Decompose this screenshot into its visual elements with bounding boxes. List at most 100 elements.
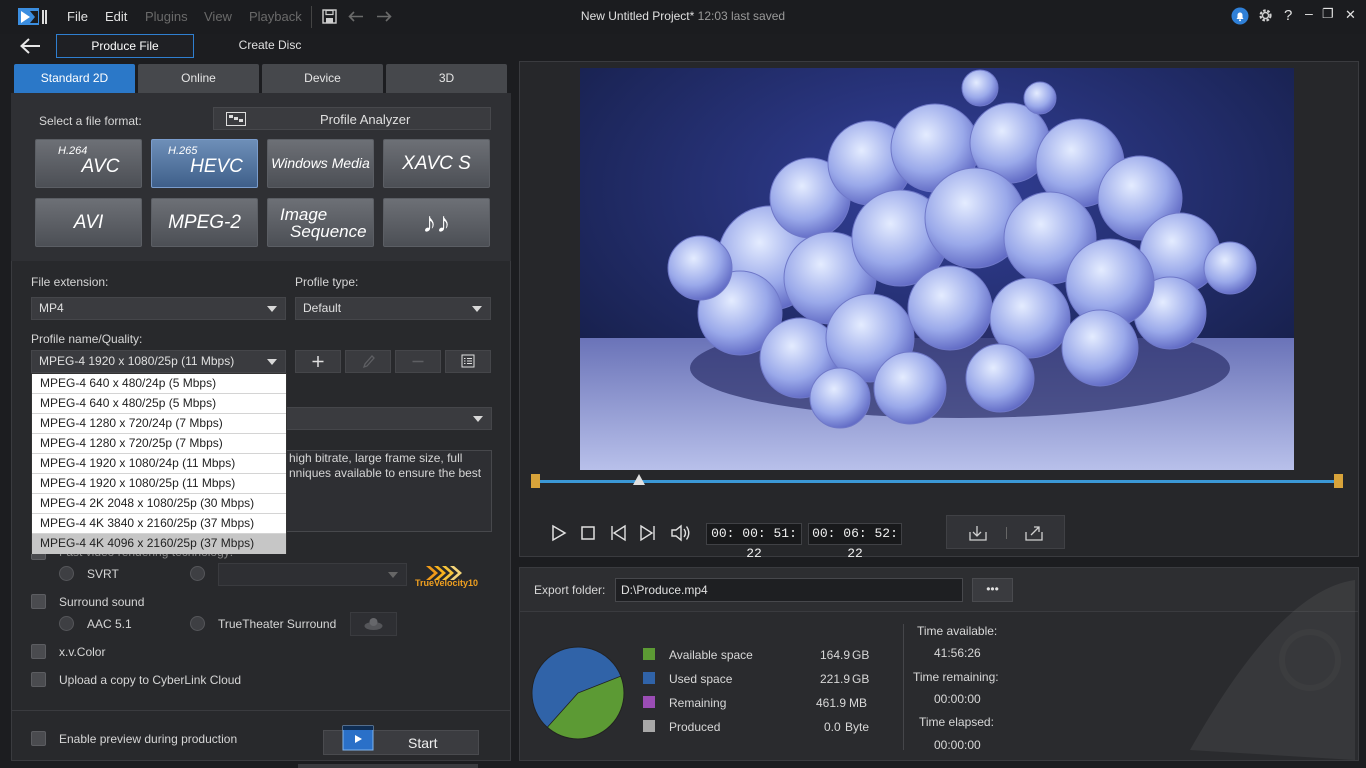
snapshot-buttons-group — [946, 515, 1065, 549]
available-space-label: Available space — [669, 648, 753, 662]
back-arrow-icon[interactable] — [19, 37, 41, 55]
time-remaining-value: 00:00:00 — [934, 692, 981, 706]
produced-value: 0.0 — [824, 720, 841, 734]
edit-profile-button[interactable] — [345, 350, 391, 373]
start-label: Start — [408, 735, 438, 751]
aac51-radio[interactable] — [59, 616, 74, 631]
plus-icon — [312, 356, 324, 367]
file-extension-value: MP4 — [39, 301, 64, 315]
list-item[interactable]: MPEG-4 1920 x 1080/24p (11 Mbps) — [32, 454, 286, 474]
xvcolor-checkbox[interactable] — [31, 644, 46, 659]
volume-icon — [671, 524, 690, 542]
profile-dropdown-list: MPEG-4 640 x 480/24p (5 Mbps) MPEG-4 640… — [31, 373, 287, 554]
svrt-radio[interactable] — [59, 566, 74, 581]
start-button[interactable]: Start — [323, 725, 479, 755]
encoder-select[interactable] — [218, 563, 407, 586]
add-profile-button[interactable] — [295, 350, 341, 373]
delete-profile-button[interactable] — [395, 350, 441, 373]
list-item[interactable]: MPEG-4 640 x 480/25p (5 Mbps) — [32, 394, 286, 414]
chevron-down-icon — [388, 572, 398, 578]
hardware-encoding-radio[interactable] — [190, 566, 205, 581]
truetheater-radio[interactable] — [190, 616, 205, 631]
notification-icon[interactable] — [1231, 7, 1249, 25]
speaker-icon — [364, 618, 383, 630]
mark-out-button[interactable] — [1023, 524, 1045, 542]
list-item[interactable]: MPEG-4 640 x 480/24p (5 Mbps) — [32, 374, 286, 394]
previous-frame-button[interactable] — [608, 523, 628, 543]
browse-folder-button[interactable]: ••• — [972, 578, 1013, 602]
time-available-value: 41:56:26 — [934, 646, 981, 660]
profile-details-button[interactable] — [445, 350, 491, 373]
time-elapsed-value: 00:00:00 — [934, 738, 981, 752]
chevron-down-icon — [267, 359, 277, 365]
minimize-button[interactable]: – — [1305, 5, 1313, 21]
format-windows-media-button[interactable]: Windows Media — [267, 139, 374, 188]
next-frame-button[interactable] — [638, 523, 658, 543]
list-item[interactable]: MPEG-4 2K 2048 x 1080/25p (30 Mbps) — [32, 494, 286, 514]
tab-device[interactable]: Device — [262, 64, 383, 93]
list-item[interactable]: MPEG-4 1920 x 1080/25p (11 Mbps) — [32, 474, 286, 494]
available-space-value: 164.9 — [820, 648, 851, 662]
stop-icon — [581, 526, 595, 540]
used-space-label: Used space — [669, 672, 733, 686]
stop-button[interactable] — [580, 525, 596, 541]
produced-label: Produced — [669, 720, 721, 734]
surround-sound-checkbox[interactable] — [31, 594, 46, 609]
format-avi-button[interactable]: AVI — [35, 198, 142, 247]
next-frame-icon — [640, 524, 655, 542]
total-timecode: 00: 06: 52: 22 — [808, 523, 902, 561]
avc-label: AVC — [81, 156, 120, 177]
volume-button[interactable] — [670, 523, 692, 543]
format-avc-button[interactable]: H.264 AVC — [35, 139, 142, 188]
settings-gear-icon[interactable] — [1257, 7, 1274, 24]
list-item[interactable]: MPEG-4 1280 x 720/25p (7 Mbps) — [32, 434, 286, 454]
format-image-sequence-button[interactable]: Image Sequence — [267, 198, 374, 247]
produce-film-icon — [342, 725, 374, 751]
format-audio-music-icon[interactable]: ♪♪ — [383, 198, 490, 247]
upload-cloud-checkbox[interactable] — [31, 672, 46, 687]
mark-in-handle[interactable] — [531, 474, 540, 488]
timeline-slider[interactable] — [536, 480, 1338, 483]
current-timecode: 00: 00: 51: 22 — [706, 523, 802, 561]
analyzer-icon — [226, 112, 246, 126]
surround-settings-button[interactable] — [350, 612, 397, 636]
mark-in-button[interactable] — [967, 524, 989, 542]
chevron-down-icon — [473, 416, 483, 422]
format-hevc-button[interactable]: H.265 HEVC — [151, 139, 258, 188]
tab-3d[interactable]: 3D — [386, 64, 507, 93]
format-mpeg2-button[interactable]: MPEG-2 — [151, 198, 258, 247]
play-icon — [552, 524, 567, 542]
format-xavcs-button[interactable]: XAVC S — [383, 139, 490, 188]
available-space-unit: GB — [852, 648, 870, 662]
svrt-label: SVRT — [87, 567, 119, 581]
playhead-handle[interactable] — [633, 474, 646, 485]
profile-type-value: Default — [303, 301, 342, 315]
list-item-highlighted[interactable]: MPEG-4 4K 4096 x 2160/25p (37 Mbps) — [32, 534, 286, 554]
pencil-icon — [362, 355, 375, 369]
description-line-2: nniques available to ensure the best — [289, 466, 482, 480]
restore-button[interactable]: ❐ — [1322, 6, 1334, 22]
tab-online[interactable]: Online — [138, 64, 259, 93]
list-item[interactable]: MPEG-4 4K 3840 x 2160/25p (37 Mbps) — [32, 514, 286, 534]
play-button[interactable] — [549, 523, 569, 543]
profile-type-select[interactable]: Default — [295, 297, 491, 320]
produced-swatch — [643, 720, 655, 732]
mark-in-icon — [969, 526, 987, 541]
file-extension-select[interactable]: MP4 — [31, 297, 286, 320]
list-item[interactable]: MPEG-4 1280 x 720/24p (7 Mbps) — [32, 414, 286, 434]
profile-name-select[interactable]: MPEG-4 1920 x 1080/25p (11 Mbps) — [31, 350, 286, 373]
chevron-down-icon — [472, 306, 482, 312]
close-button[interactable]: ✕ — [1345, 7, 1356, 23]
previous-frame-icon — [611, 524, 626, 542]
produce-file-tab[interactable]: Produce File — [56, 34, 194, 58]
help-button[interactable]: ? — [1284, 7, 1292, 24]
project-name: New Untitled Project* — [580, 9, 695, 23]
enable-preview-checkbox[interactable] — [31, 731, 46, 746]
export-folder-input[interactable]: D:\Produce.mp4 — [615, 578, 963, 602]
tab-standard-2d[interactable]: Standard 2D — [14, 64, 135, 93]
description-line-1: high bitrate, large frame size, full — [289, 451, 463, 465]
mark-out-handle[interactable] — [1334, 474, 1343, 488]
minus-icon — [412, 360, 424, 363]
profile-analyzer-button[interactable]: Profile Analyzer — [213, 107, 491, 130]
create-disc-tab[interactable]: Create Disc — [226, 34, 314, 58]
